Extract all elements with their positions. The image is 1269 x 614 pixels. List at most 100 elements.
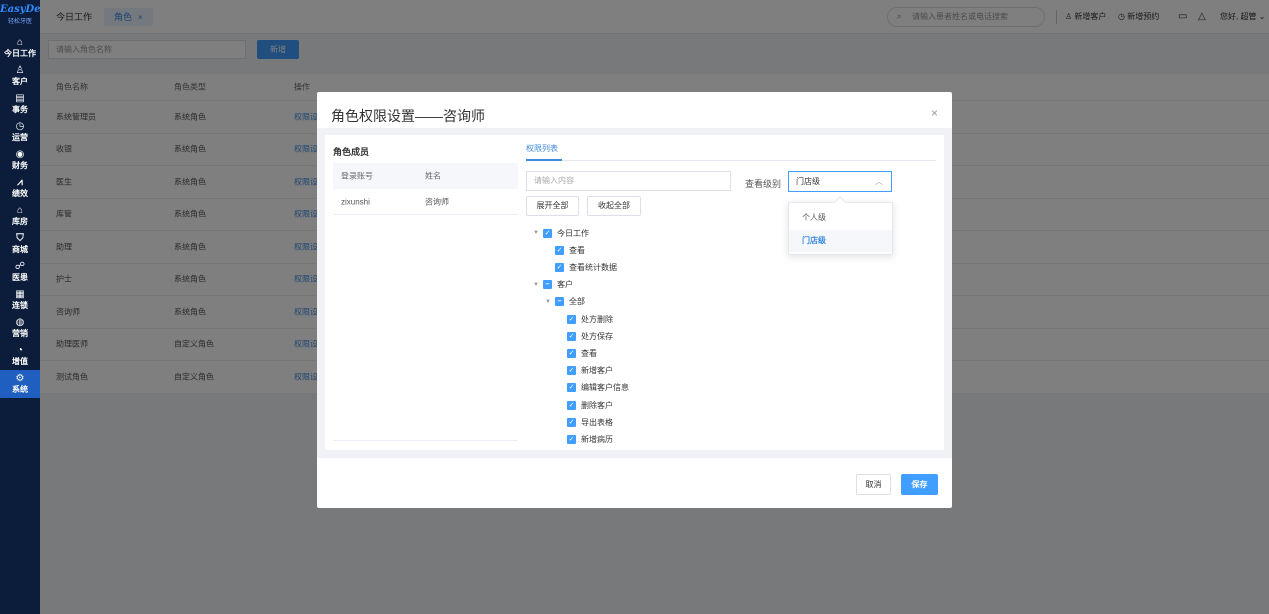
checkbox[interactable]: ✓ <box>555 262 564 272</box>
sidebar-item-label: 营销 <box>12 329 28 338</box>
tree-node-label: 今日工作 <box>557 228 589 238</box>
checkbox[interactable]: – <box>555 297 564 307</box>
logo: EasyDent 轻松牙医 <box>0 0 53 34</box>
finance-icon: ◉ <box>15 149 25 160</box>
column-header: 姓名 <box>425 171 441 181</box>
tree-node-label: 处方删除 <box>581 314 613 324</box>
operation-icon: ◷ <box>15 121 25 132</box>
tree-node-label: 全部 <box>569 297 585 307</box>
sidebar-item-label: 库房 <box>12 217 28 226</box>
tree-node[interactable]: ▼ ✓ 今日工作 <box>532 225 589 241</box>
sidebar-item[interactable]: ◍ 营销 <box>0 314 40 342</box>
tree-node-label: 查看 <box>581 348 597 358</box>
tree-node[interactable]: ✓ 查看统计数据 <box>544 259 617 275</box>
permission-search-input[interactable]: 请输入内容 <box>526 171 731 191</box>
sidebar-item[interactable]: ▤ 事务 <box>0 90 40 118</box>
sidebar-item[interactable]: ◷ 运营 <box>0 118 40 146</box>
tree-node[interactable]: ✓ 处方删除 <box>556 311 613 327</box>
tree-node[interactable]: ▼ – 客户 <box>532 277 573 293</box>
sidebar-item[interactable]: ◔ 增值 <box>0 342 40 370</box>
value-added-icon: ◔ <box>16 345 24 356</box>
view-level-select[interactable]: 门店级 ︿ <box>788 171 892 192</box>
sidebar-item-label: 增值 <box>12 357 28 366</box>
customer-icon: ♙ <box>15 65 25 76</box>
sidebar-item-label: 系统 <box>12 385 28 394</box>
sidebar-item-label: 连锁 <box>12 301 28 310</box>
dropdown-option[interactable]: 门店级 <box>789 230 892 252</box>
sidebar-item[interactable]: ⌂ 今日工作 <box>0 34 40 62</box>
sidebar: EasyDent 轻松牙医 ⌂ 今日工作 ♙ 客户 ▤ 事务 ◷ 运营 ◉ 财务 ⩘ 绩效 ⌂ 库房 ⛉ 商城… <box>0 0 53 614</box>
tree-node[interactable]: ✓ 删除客户 <box>556 397 613 413</box>
caret-down-icon[interactable]: ▼ <box>544 299 552 305</box>
members-table-header: 登录账号 姓名 <box>333 163 518 189</box>
caret-down-icon[interactable]: ▼ <box>532 230 540 236</box>
performance-icon: ⩘ <box>17 177 23 188</box>
sidebar-item[interactable]: ◉ 财务 <box>0 146 40 174</box>
tree-node[interactable]: ✓ 新增病历 <box>556 431 613 447</box>
tree-node-label: 编辑客户信息 <box>581 383 629 393</box>
checkbox[interactable]: ✓ <box>555 245 564 255</box>
checkbox[interactable]: ✓ <box>567 348 576 358</box>
role-members-panel: 角色成员 登录账号 姓名 zixunshi 咨询师 <box>325 135 528 450</box>
tree-node[interactable]: ✓ 查看 <box>544 242 585 258</box>
sidebar-item[interactable]: ⛉ 商城 <box>0 230 40 258</box>
checkbox[interactable]: ✓ <box>567 434 576 444</box>
checkbox[interactable]: ✓ <box>567 383 576 393</box>
brand-name: EasyDent <box>0 4 53 15</box>
brand-subtitle: 轻松牙医 <box>7 19 32 25</box>
permission-panel: 权限列表 请输入内容 查看级别 门店级 ︿ 展开全部 收起全部 ▼ ✓ 今日工作 ✓ 查… <box>518 135 944 450</box>
home-icon: ⌂ <box>16 37 24 48</box>
tree-node[interactable]: ✓ 查看 <box>556 345 597 361</box>
tree-node-label: 客户 <box>557 280 573 290</box>
expand-all-button[interactable]: 展开全部 <box>526 196 579 216</box>
tree-node-label: 查看 <box>569 245 585 255</box>
sidebar-item[interactable]: ⚙ 系统 <box>0 370 40 398</box>
checkbox[interactable]: ✓ <box>567 314 576 324</box>
tree-node[interactable]: ✓ 导出表格 <box>556 414 613 430</box>
save-button[interactable]: 保存 <box>901 474 938 495</box>
sidebar-item[interactable]: ♙ 客户 <box>0 62 40 90</box>
divider <box>526 160 936 161</box>
tree-node[interactable]: ✓ 处方保存 <box>556 328 613 344</box>
caret-down-icon[interactable]: ▼ <box>532 282 540 288</box>
sidebar-item[interactable]: ☍ 医患 <box>0 258 40 286</box>
active-tab-indicator <box>526 159 562 161</box>
member-name: 咨询师 <box>425 197 449 206</box>
dropdown-option[interactable]: 个人级 <box>789 207 892 229</box>
tree-node[interactable]: ✓ 编辑客户信息 <box>556 380 629 396</box>
divider <box>333 440 518 441</box>
sidebar-nav: ⌂ 今日工作 ♙ 客户 ▤ 事务 ◷ 运营 ◉ 财务 ⩘ 绩效 ⌂ 库房 ⛉ 商城 ☍ 医患 ▦ 连锁 ◍ 营销 ◔ 增值 ⚙ 系… <box>0 34 40 398</box>
collapse-all-button[interactable]: 收起全部 <box>587 196 641 216</box>
tree-node[interactable]: ▼ – 全部 <box>544 294 585 310</box>
tree-node-label: 删除客户 <box>581 400 613 410</box>
checkbox[interactable]: ✓ <box>567 331 576 341</box>
checkbox[interactable]: – <box>543 280 552 290</box>
sidebar-item-label: 客户 <box>12 77 28 86</box>
tree-node[interactable]: ✓ 新增客户 <box>556 363 613 379</box>
sidebar-item-label: 运营 <box>12 133 28 142</box>
tree-node-label: 新增客户 <box>581 366 613 376</box>
sidebar-item[interactable]: ▦ 连锁 <box>0 286 40 314</box>
close-icon[interactable]: × <box>931 106 938 120</box>
sidebar-item-label: 商城 <box>12 245 28 254</box>
view-level-label: 查看级别 <box>745 179 782 189</box>
view-level-value: 门店级 <box>796 177 820 186</box>
checkbox[interactable]: ✓ <box>567 400 576 410</box>
chevron-up-icon: ︿ <box>875 177 883 186</box>
tab-permission-list[interactable]: 权限列表 <box>526 143 558 154</box>
tree-node-label: 新增病历 <box>581 434 613 444</box>
member-account: zixunshi <box>341 197 370 206</box>
checkbox[interactable]: ✓ <box>543 228 552 238</box>
cancel-button[interactable]: 取消 <box>856 474 891 495</box>
sidebar-item[interactable]: ⌂ 库房 <box>0 202 40 230</box>
modal-title: 角色权限设置——咨询师 <box>331 108 485 124</box>
sidebar-item[interactable]: ⩘ 绩效 <box>0 174 40 202</box>
modal-body: 角色成员 登录账号 姓名 zixunshi 咨询师 权限列表 请输入内容 查看级… <box>317 128 952 458</box>
checkbox[interactable]: ✓ <box>567 417 576 427</box>
mall-icon: ⛉ <box>16 233 24 244</box>
checkbox[interactable]: ✓ <box>567 366 576 376</box>
warehouse-icon: ⌂ <box>16 205 24 216</box>
column-header: 登录账号 <box>341 171 373 181</box>
system-icon: ⚙ <box>15 373 25 384</box>
marketing-icon: ◍ <box>15 317 25 328</box>
